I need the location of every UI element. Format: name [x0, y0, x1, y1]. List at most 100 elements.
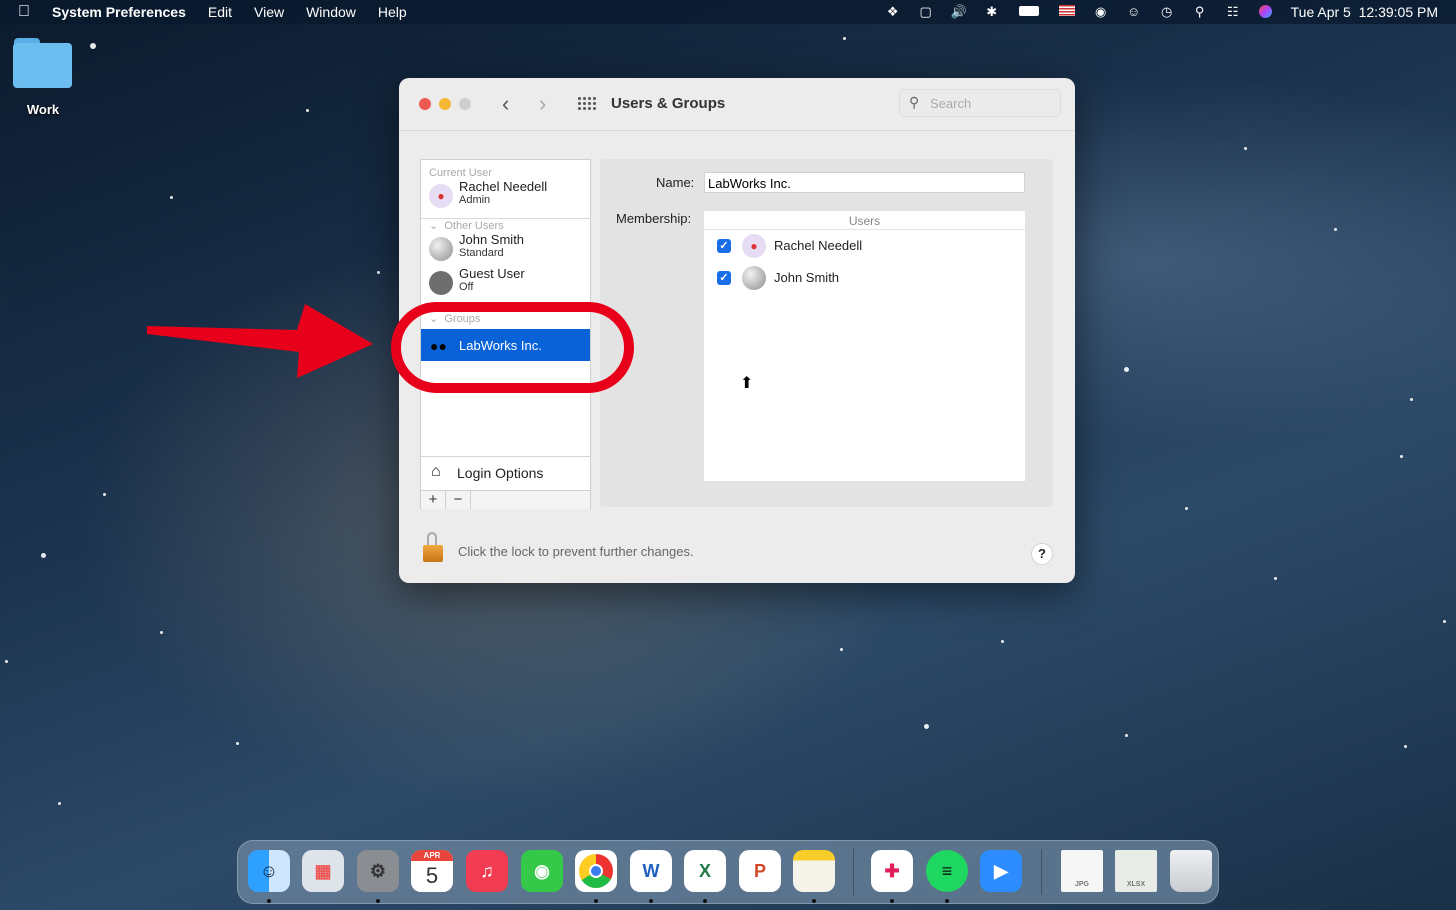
dock-jpg-document-icon[interactable]: JPG [1061, 850, 1103, 892]
dock-finder-icon[interactable]: ☺ [248, 850, 290, 892]
group-name-field[interactable]: LabWorks Inc. [704, 172, 1025, 193]
dock-launchpad-icon[interactable]: ▦ [302, 850, 344, 892]
name-label: Name: [656, 175, 695, 190]
avatar-guest-icon [429, 271, 453, 295]
member-name: John Smith [774, 270, 840, 285]
avatar-mushroom-icon: ● [429, 184, 453, 208]
dock-notes-icon[interactable] [793, 850, 835, 892]
dock-trash-icon[interactable] [1170, 850, 1212, 892]
dock-excel-icon[interactable]: X [684, 850, 726, 892]
siri-icon[interactable] [1258, 5, 1274, 19]
menu-window[interactable]: Window [306, 4, 356, 20]
battery-icon[interactable] [1017, 5, 1041, 19]
membership-label: Membership: [616, 211, 692, 226]
dock-chrome-icon[interactable] [575, 850, 617, 892]
lock-message: Click the lock to prevent further change… [458, 544, 694, 559]
membership-list: Users ✓ ● Rachel Needell ✓ John Smith [704, 211, 1025, 481]
dropbox-icon[interactable]: ❖ [885, 5, 901, 19]
dock-spotify-icon[interactable]: ≡ [926, 850, 968, 892]
add-button[interactable]: + [421, 491, 446, 509]
calendar-day: 5 [425, 863, 439, 888]
avatar-golfball-icon [742, 266, 766, 290]
title-bar: ‹ › Users & Groups ⚲ Search [399, 78, 1075, 131]
dock-powerpoint-icon[interactable]: P [739, 850, 781, 892]
dock-separator [853, 849, 854, 895]
volume-icon[interactable]: 🔊 [951, 5, 967, 19]
search-placeholder: Search [930, 96, 972, 111]
menu-view[interactable]: View [254, 4, 284, 20]
avatar-mushroom-icon: ● [742, 234, 766, 258]
user-role: Off [459, 281, 474, 293]
running-indicator [649, 899, 653, 903]
close-button[interactable] [419, 98, 431, 110]
chevron-down-icon: ⌄ [429, 220, 439, 232]
dock-music-icon[interactable]: ♫ [466, 850, 508, 892]
other-users-header[interactable]: ⌄ Other Users [421, 213, 590, 232]
other-users-header-label: Other Users [444, 220, 504, 232]
running-indicator [703, 899, 707, 903]
mouse-cursor-icon: ⬆ [740, 375, 754, 392]
dock: ☺ ▦ ⚙ APR 5 ♫ ◉ W X P ✚ ≡ ▶ JPG XLSX [237, 840, 1219, 904]
member-row: ✓ John Smith [704, 262, 1025, 294]
calendar-month: APR [411, 850, 453, 861]
menu-clock[interactable]: Tue Apr 5 12:39:05 PM [1291, 4, 1438, 20]
bluetooth-icon[interactable]: ✱ [984, 5, 1000, 19]
dock-calendar-icon[interactable]: APR 5 [411, 850, 453, 892]
dock-xlsx-document-icon[interactable]: XLSX [1115, 850, 1157, 892]
minimize-button[interactable] [439, 98, 451, 110]
lock-icon[interactable] [423, 532, 443, 562]
spotlight-search-icon[interactable]: ⚲ [1192, 5, 1208, 19]
login-options-item[interactable]: ⌂ Login Options [421, 456, 590, 490]
user-role: Standard [459, 247, 504, 259]
help-button[interactable]: ? [1031, 543, 1053, 565]
search-field[interactable]: ⚲ Search [899, 89, 1061, 117]
user-name: Guest User [459, 266, 525, 281]
user-item-john-smith[interactable]: John Smith Standard [421, 232, 590, 266]
dock-slack-icon[interactable]: ✚ [871, 850, 913, 892]
dock-zoom-icon[interactable]: ▶ [980, 850, 1022, 892]
running-indicator [267, 899, 271, 903]
desktop-folder-work[interactable]: Work [12, 38, 74, 117]
running-indicator [890, 899, 894, 903]
member-checkbox[interactable]: ✓ [717, 271, 731, 285]
dock-messages-icon[interactable]: ◉ [521, 850, 563, 892]
badge-icon[interactable]: ▢ [918, 5, 934, 19]
user-name: Rachel Needell [459, 179, 548, 194]
forward-button[interactable]: › [539, 91, 546, 117]
us-flag-icon[interactable] [1058, 5, 1076, 19]
menu-bar:  System Preferences Edit View Window He… [0, 0, 1456, 24]
window-title: Users & Groups [611, 95, 726, 112]
back-button[interactable]: ‹ [502, 91, 509, 117]
menu-help[interactable]: Help [378, 4, 407, 20]
folder-icon [12, 38, 72, 88]
running-indicator [376, 899, 380, 903]
member-checkbox[interactable]: ✓ [717, 239, 731, 253]
dock-system-preferences-icon[interactable]: ⚙ [357, 850, 399, 892]
menu-app-name[interactable]: System Preferences [52, 4, 186, 20]
add-remove-bar: + − [421, 490, 590, 509]
menu-edit[interactable]: Edit [208, 4, 232, 20]
wifi-icon[interactable]: ◉ [1093, 5, 1109, 19]
folder-label: Work [26, 102, 60, 117]
house-icon: ⌂ [431, 463, 441, 480]
show-all-grid-icon[interactable] [578, 97, 596, 110]
time-machine-icon[interactable]: ◷ [1159, 5, 1175, 19]
dock-word-icon[interactable]: W [630, 850, 672, 892]
user-account-icon[interactable]: ☺ [1126, 5, 1142, 19]
running-indicator [945, 899, 949, 903]
group-detail-pane: Name: LabWorks Inc. Membership: Users ✓ … [600, 159, 1053, 507]
user-item-guest-user[interactable]: Guest User Off [421, 266, 590, 300]
user-name: John Smith [459, 232, 525, 247]
user-item-rachel-needell[interactable]: ● Rachel Needell Admin [421, 179, 590, 213]
login-options-label: Login Options [457, 465, 544, 481]
current-user-header: Current User [429, 167, 492, 179]
search-icon: ⚲ [909, 94, 920, 110]
annotation-highlight-ring [391, 302, 634, 393]
remove-button[interactable]: − [446, 491, 471, 509]
apple-icon[interactable]:  [18, 3, 30, 21]
running-indicator [812, 899, 816, 903]
user-role: Admin [459, 194, 491, 206]
control-center-icon[interactable]: ☷ [1225, 5, 1241, 19]
avatar-golfball-icon [429, 237, 453, 261]
zoom-button[interactable] [459, 98, 471, 110]
